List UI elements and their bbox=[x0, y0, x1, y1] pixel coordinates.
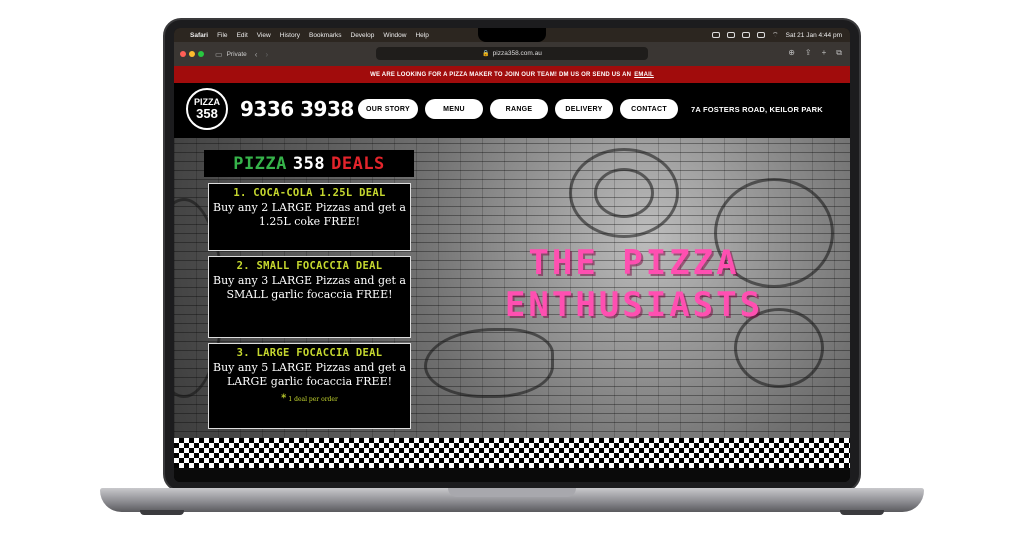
deal-title: 3. LARGE FOCACCIA DEAL bbox=[236, 347, 383, 359]
menu-safari[interactable]: Safari bbox=[190, 32, 208, 39]
menu-bookmarks[interactable]: Bookmarks bbox=[309, 32, 342, 39]
download-icon[interactable]: ⊕ bbox=[788, 48, 795, 58]
status-icon[interactable] bbox=[742, 32, 751, 38]
menu-view[interactable]: View bbox=[257, 32, 271, 39]
laptop-foot bbox=[840, 510, 884, 515]
phone-number[interactable]: 9336 3938 bbox=[240, 97, 354, 121]
deal-card: 2. SMALL FOCACCIA DEAL Buy any 3 LARGE P… bbox=[208, 256, 411, 338]
nav-contact[interactable]: CONTACT bbox=[620, 99, 678, 119]
private-mode-label: Private bbox=[226, 50, 247, 58]
toolbar-actions: ⊕ ⇪ + ⧉ bbox=[788, 48, 842, 58]
minimize-window-button[interactable] bbox=[189, 51, 195, 57]
nav-our-story[interactable]: OUR STORY bbox=[358, 99, 418, 119]
checker-pattern-border bbox=[174, 438, 850, 468]
menu-edit[interactable]: Edit bbox=[237, 32, 248, 39]
zoom-window-button[interactable] bbox=[198, 51, 204, 57]
deals-heading: PIZZA 358 DEALS bbox=[204, 150, 414, 177]
announcement-text: WE ARE LOOKING FOR A PIZZA MAKER TO JOIN… bbox=[370, 71, 632, 78]
mural-swirl bbox=[594, 168, 654, 218]
hero-line-2: ENTHUSIASTS bbox=[504, 285, 764, 325]
hero-section: THE PIZZA ENTHUSIASTS PIZZA 358 DEALS 1.… bbox=[174, 138, 850, 468]
status-icon[interactable] bbox=[712, 32, 721, 38]
deal-footnote-text: 1 deal per order bbox=[288, 396, 338, 403]
email-link[interactable]: EMAIL bbox=[634, 72, 654, 78]
deals-heading-pizza: PIZZA bbox=[233, 153, 287, 174]
back-button[interactable]: ‹ bbox=[255, 50, 258, 59]
status-icon[interactable] bbox=[727, 32, 736, 38]
forward-button[interactable]: › bbox=[265, 50, 268, 59]
nav-delivery[interactable]: DELIVERY bbox=[555, 99, 613, 119]
menu-develop[interactable]: Develop bbox=[351, 32, 375, 39]
screen-bottom-bezel bbox=[174, 468, 850, 482]
sidebar-toggle-icon[interactable]: ▭ bbox=[215, 50, 223, 59]
deals-heading-number: 358 bbox=[292, 153, 326, 174]
menu-help[interactable]: Help bbox=[415, 32, 428, 39]
deal-footnote: * 1 deal per order bbox=[209, 393, 410, 404]
laptop-mockup: Safari File Edit View History Bookmarks … bbox=[0, 0, 1024, 542]
clock[interactable]: Sat 21 Jan 4:44 pm bbox=[786, 32, 842, 39]
url-text: pizza358.com.au bbox=[492, 50, 542, 57]
hero-line-1: THE PIZZA bbox=[528, 243, 740, 283]
share-icon[interactable]: ⇪ bbox=[805, 48, 812, 58]
camera-notch bbox=[478, 28, 546, 42]
deal-description: Buy any 2 LARGE Pizzas and get a 1.25L c… bbox=[213, 201, 406, 228]
deal-description: Buy any 3 LARGE Pizzas and get a SMALL g… bbox=[213, 274, 406, 301]
laptop-screen: Safari File Edit View History Bookmarks … bbox=[174, 28, 850, 482]
announcement-bar: WE ARE LOOKING FOR A PIZZA MAKER TO JOIN… bbox=[174, 66, 850, 83]
main-nav: OUR STORY MENU RANGE DELIVERY CONTACT bbox=[358, 99, 678, 119]
nav-range[interactable]: RANGE bbox=[490, 99, 548, 119]
deals-heading-deals: DEALS bbox=[331, 153, 385, 174]
close-window-button[interactable] bbox=[180, 51, 186, 57]
menu-history[interactable]: History bbox=[280, 32, 300, 39]
deal-title: 2. SMALL FOCACCIA DEAL bbox=[236, 260, 383, 272]
deals-panel: PIZZA 358 DEALS 1. COCA-COLA 1.25L DEAL … bbox=[204, 150, 414, 429]
menu-file[interactable]: File bbox=[217, 32, 227, 39]
address-bar[interactable]: 🔒 pizza358.com.au bbox=[376, 47, 648, 60]
site-header: PIZZA 358 9336 3938 OUR STORY MENU RANGE… bbox=[174, 83, 850, 138]
deal-card: 3. LARGE FOCACCIA DEAL Buy any 5 LARGE P… bbox=[208, 343, 411, 429]
hero-headline: THE PIZZA ENTHUSIASTS bbox=[459, 242, 809, 326]
laptop-foot bbox=[140, 510, 184, 515]
tab-overview-icon[interactable]: ⧉ bbox=[836, 48, 842, 58]
laptop-opening-notch bbox=[448, 488, 576, 497]
deal-title: 1. COCA-COLA 1.25L DEAL bbox=[233, 187, 386, 199]
menu-window[interactable]: Window bbox=[383, 32, 406, 39]
store-address: 7A FOSTERS ROAD, KEILOR PARK bbox=[691, 105, 823, 114]
wifi-icon[interactable]: ⌔ bbox=[772, 31, 779, 40]
mural-swirl bbox=[424, 328, 554, 398]
lock-icon: 🔒 bbox=[482, 51, 490, 57]
site-logo[interactable]: PIZZA 358 bbox=[186, 88, 228, 130]
safari-toolbar: ▭ Private ‹ › 🔒 pizza358.com.au ⊕ ⇪ + ⧉ bbox=[174, 42, 850, 66]
deal-description: Buy any 5 LARGE Pizzas and get a LARGE g… bbox=[213, 361, 406, 388]
logo-text-bottom: 358 bbox=[196, 106, 218, 121]
battery-icon[interactable] bbox=[757, 32, 766, 38]
asterisk-icon: * bbox=[281, 393, 287, 404]
deal-card: 1. COCA-COLA 1.25L DEAL Buy any 2 LARGE … bbox=[208, 183, 411, 251]
menu-bar-status: ⌔ Sat 21 Jan 4:44 pm bbox=[712, 31, 842, 40]
new-tab-icon[interactable]: + bbox=[822, 48, 827, 58]
nav-menu[interactable]: MENU bbox=[425, 99, 483, 119]
